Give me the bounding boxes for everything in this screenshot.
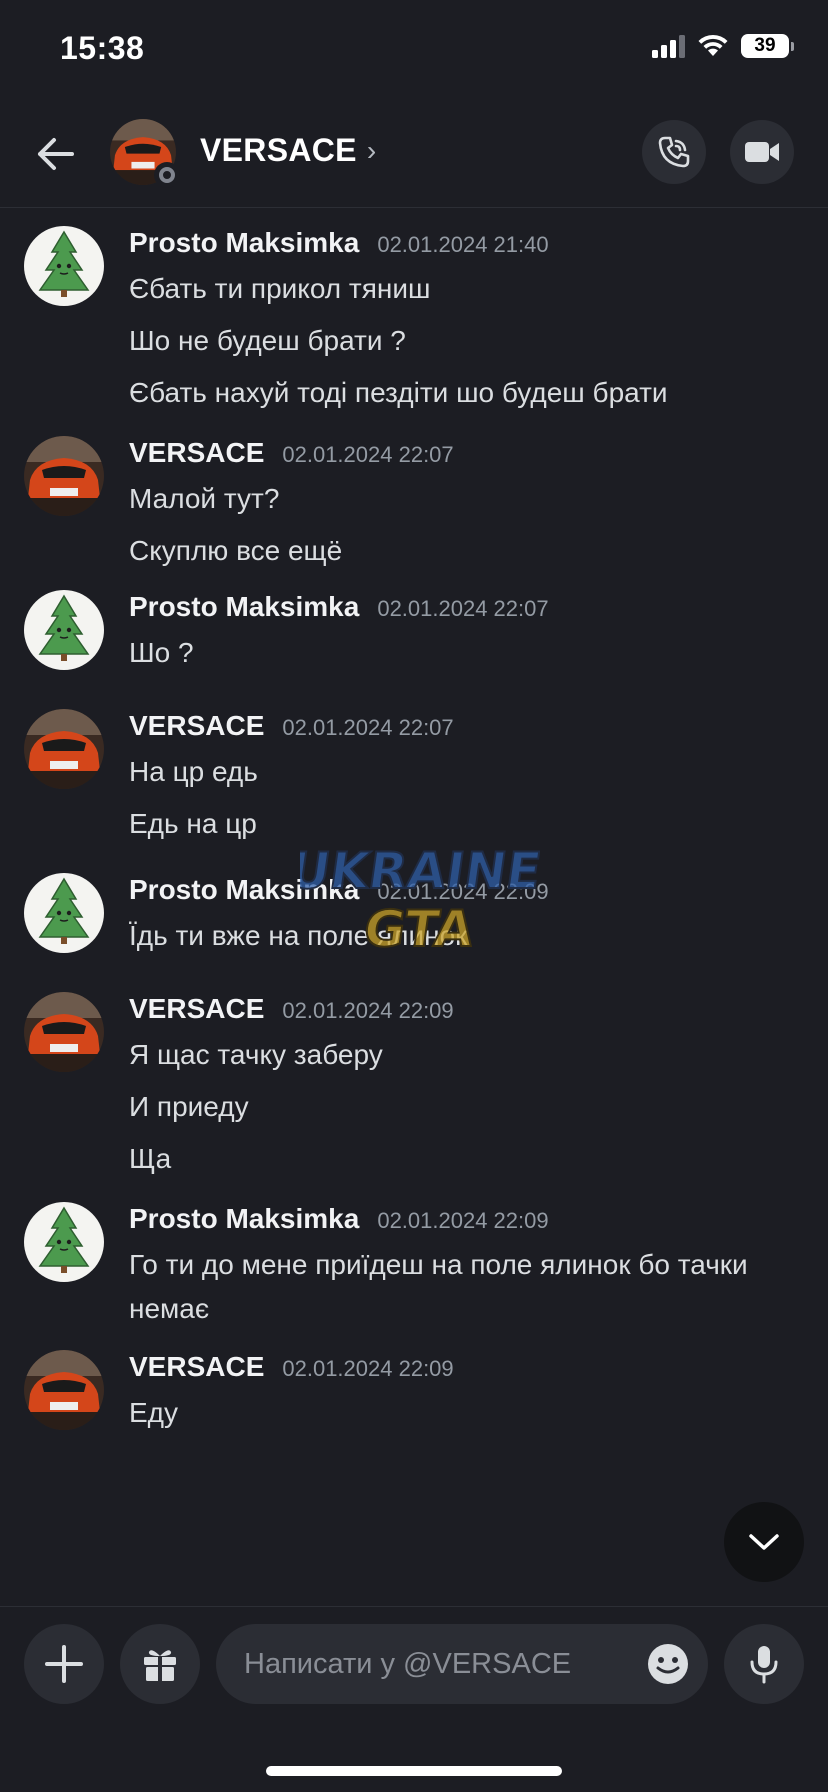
message-author[interactable]: Prosto Maksimka: [129, 227, 359, 259]
phone-icon: [658, 136, 690, 168]
status-bar: 15:38 39: [0, 0, 828, 100]
message-header: Prosto Maksimka 02.01.2024 21:40: [129, 227, 549, 259]
message-header: VERSACE 02.01.2024 22:07: [129, 710, 454, 742]
message-author[interactable]: VERSACE: [129, 710, 264, 742]
message-text[interactable]: Їдь ти вже на поле ялинок: [129, 914, 809, 958]
channel-header: VERSACE ›: [0, 100, 828, 208]
car-avatar-icon[interactable]: [24, 1350, 104, 1430]
message-text[interactable]: Ща: [129, 1137, 809, 1181]
message-timestamp: 02.01.2024 22:09: [282, 998, 454, 1023]
message-author[interactable]: Prosto Maksimka: [129, 1203, 359, 1235]
emoji-icon[interactable]: [646, 1642, 690, 1686]
video-call-button[interactable]: [730, 120, 794, 184]
attach-button[interactable]: [24, 1624, 104, 1704]
message-timestamp: 02.01.2024 22:09: [377, 879, 549, 904]
message-header: Prosto Maksimka 02.01.2024 22:09: [129, 874, 549, 906]
channel-title[interactable]: VERSACE ›: [200, 132, 376, 169]
message-timestamp: 02.01.2024 22:07: [282, 715, 454, 740]
message-author[interactable]: VERSACE: [129, 1351, 264, 1383]
voice-call-button[interactable]: [642, 120, 706, 184]
tree-avatar-icon[interactable]: [24, 1202, 104, 1282]
back-button[interactable]: [30, 128, 82, 180]
message-composer: [0, 1606, 828, 1716]
message-header: VERSACE 02.01.2024 22:09: [129, 1351, 454, 1383]
jump-to-latest-button[interactable]: [724, 1502, 804, 1582]
message-timestamp: 02.01.2024 21:40: [377, 232, 549, 257]
car-avatar-icon[interactable]: [24, 709, 104, 789]
message-author[interactable]: Prosto Maksimka: [129, 874, 359, 906]
message-header: Prosto Maksimka 02.01.2024 22:07: [129, 591, 549, 623]
gift-button[interactable]: [120, 1624, 200, 1704]
message-text[interactable]: Єбать нахуй тоді пездіти шо будеш брати: [129, 371, 809, 415]
message-text[interactable]: Го ти до мене приїдеш на поле ялинок бо …: [129, 1243, 809, 1331]
car-avatar-icon[interactable]: [24, 436, 104, 516]
message-header: Prosto Maksimka 02.01.2024 22:09: [129, 1203, 549, 1235]
status-time: 15:38: [60, 30, 145, 66]
message-timestamp: 02.01.2024 22:09: [377, 1208, 549, 1233]
back-arrow-icon: [38, 138, 74, 170]
wifi-icon: [697, 34, 729, 58]
message-author[interactable]: VERSACE: [129, 437, 264, 469]
message-timestamp: 02.01.2024 22:07: [377, 596, 549, 621]
message-author[interactable]: VERSACE: [129, 993, 264, 1025]
dm-screen: 15:38 39 VERSACE › Prosto Maksimka 02.01…: [0, 0, 828, 1792]
tree-avatar-icon[interactable]: [24, 873, 104, 953]
chevron-right-icon: ›: [366, 134, 377, 166]
message-list[interactable]: Prosto Maksimka 02.01.2024 21:40 Єбать ти …: [0, 209, 828, 1605]
microphone-icon: [750, 1646, 778, 1684]
message-input-wrap: [216, 1624, 708, 1704]
home-indicator: [266, 1766, 562, 1776]
status-icons: 39: [652, 34, 794, 58]
message-header: VERSACE 02.01.2024 22:07: [129, 437, 454, 469]
signal-icon: [652, 34, 685, 58]
voice-message-button[interactable]: [724, 1624, 804, 1704]
message-text[interactable]: Малой тут?: [129, 477, 809, 521]
message-header: VERSACE 02.01.2024 22:09: [129, 993, 454, 1025]
message-author[interactable]: Prosto Maksimka: [129, 591, 359, 623]
message-text[interactable]: Шо не будеш брати ?: [129, 319, 809, 363]
message-text[interactable]: Еду: [129, 1391, 809, 1435]
message-text[interactable]: И приеду: [129, 1085, 809, 1129]
video-camera-icon: [745, 142, 779, 162]
car-avatar-icon[interactable]: [24, 992, 104, 1072]
message-timestamp: 02.01.2024 22:09: [282, 1356, 454, 1381]
message-text[interactable]: Єбать ти прикол тяниш: [129, 267, 809, 311]
message-text[interactable]: Едь на цр: [129, 802, 809, 846]
battery-icon: 39: [741, 34, 794, 58]
message-text[interactable]: Скуплю все ещё: [129, 529, 809, 573]
message-input[interactable]: [244, 1624, 624, 1704]
presence-status-icon: [154, 162, 180, 188]
message-timestamp: 02.01.2024 22:07: [282, 442, 454, 467]
plus-icon: [45, 1645, 83, 1683]
message-text[interactable]: Я щас тачку заберу: [129, 1033, 809, 1077]
channel-title-text: VERSACE: [200, 132, 357, 168]
tree-avatar-icon[interactable]: [24, 226, 104, 306]
battery-level: 39: [741, 34, 789, 58]
message-text[interactable]: На цр едь: [129, 750, 809, 794]
message-text[interactable]: Шо ?: [129, 631, 809, 675]
gift-icon: [144, 1650, 176, 1681]
tree-avatar-icon[interactable]: [24, 590, 104, 670]
chevron-down-icon: [749, 1534, 779, 1550]
